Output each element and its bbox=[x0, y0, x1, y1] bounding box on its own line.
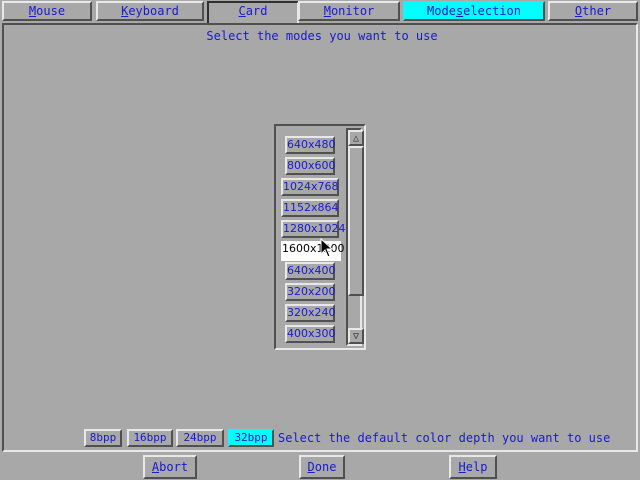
mode-400x300[interactable]: 400x300 bbox=[285, 325, 336, 343]
abort-button[interactable]: Abort bbox=[143, 455, 197, 479]
color-depth-row: 8bpp 16bpp 24bpp 32bpp Select the defaul… bbox=[84, 429, 624, 447]
depth-24bpp-button[interactable]: 24bpp bbox=[176, 429, 224, 447]
tab-bar: Mouse Keyboard Card Monitor Modeselectio… bbox=[0, 0, 640, 25]
mouse-pointer-icon bbox=[320, 238, 334, 258]
triangle-down-icon: ▽ bbox=[352, 331, 360, 342]
done-label: one bbox=[314, 460, 337, 474]
tab-keyboard-label: eyboard bbox=[128, 4, 179, 18]
tab-modeselection-prefix: Mode bbox=[427, 4, 456, 18]
tab-monitor-mnemonic: M bbox=[323, 4, 331, 18]
triangle-up-icon: △ bbox=[352, 133, 360, 144]
color-depth-label: Select the default color depth you want … bbox=[278, 431, 611, 445]
instruction-text: Select the modes you want to use bbox=[206, 29, 438, 43]
mode-1024x768[interactable]: 1024x768 bbox=[281, 178, 339, 196]
depth-8bpp-button[interactable]: 8bpp bbox=[84, 429, 122, 447]
depth-16bpp-button[interactable]: 16bpp bbox=[127, 429, 173, 447]
depth-32bpp-button[interactable]: 32bpp bbox=[228, 429, 274, 447]
help-button[interactable]: Help bbox=[449, 455, 497, 479]
tab-monitor[interactable]: Monitor bbox=[298, 1, 400, 21]
mode-list-scrollbar[interactable]: △ ▽ bbox=[346, 128, 364, 346]
tab-mouse[interactable]: Mouse bbox=[2, 1, 92, 21]
tab-card[interactable]: Card bbox=[207, 1, 299, 25]
tab-other-label: ther bbox=[582, 4, 612, 18]
tab-keyboard[interactable]: Keyboard bbox=[96, 1, 204, 21]
scroll-thumb[interactable] bbox=[348, 146, 364, 296]
tab-mouse-label: ouse bbox=[36, 4, 66, 18]
abort-label: bort bbox=[159, 460, 189, 474]
tab-other[interactable]: Other bbox=[548, 1, 638, 21]
mode-640x400[interactable]: 640x400 bbox=[285, 262, 336, 280]
mode-320x240[interactable]: 320x240 bbox=[285, 304, 336, 322]
mode-list[interactable]: 640x480 800x600 1024x768 1152x864 1280x1… bbox=[278, 128, 346, 346]
mode-list-frame: 640x480 800x600 1024x768 1152x864 1280x1… bbox=[274, 124, 366, 350]
tab-card-mnemonic: C bbox=[238, 4, 246, 18]
help-mnemonic: H bbox=[458, 460, 466, 474]
tab-monitor-label: onitor bbox=[330, 4, 375, 18]
done-button[interactable]: Done bbox=[299, 455, 345, 479]
mode-1152x864[interactable]: 1152x864 bbox=[281, 199, 339, 217]
scroll-down-button[interactable]: ▽ bbox=[348, 328, 364, 344]
mode-320x200[interactable]: 320x200 bbox=[285, 283, 336, 301]
tab-modeselection-label: election bbox=[463, 4, 521, 18]
scroll-up-button[interactable]: △ bbox=[348, 130, 364, 146]
tab-modeselection[interactable]: Modeselection bbox=[403, 1, 545, 21]
tab-card-label: ard bbox=[245, 4, 268, 18]
mode-1280x1024[interactable]: 1280x1024 bbox=[281, 220, 346, 238]
done-mnemonic: D bbox=[307, 460, 315, 474]
mode-640x480[interactable]: 640x480 bbox=[285, 136, 336, 154]
help-label: elp bbox=[465, 460, 488, 474]
mode-800x600[interactable]: 800x600 bbox=[285, 157, 336, 175]
